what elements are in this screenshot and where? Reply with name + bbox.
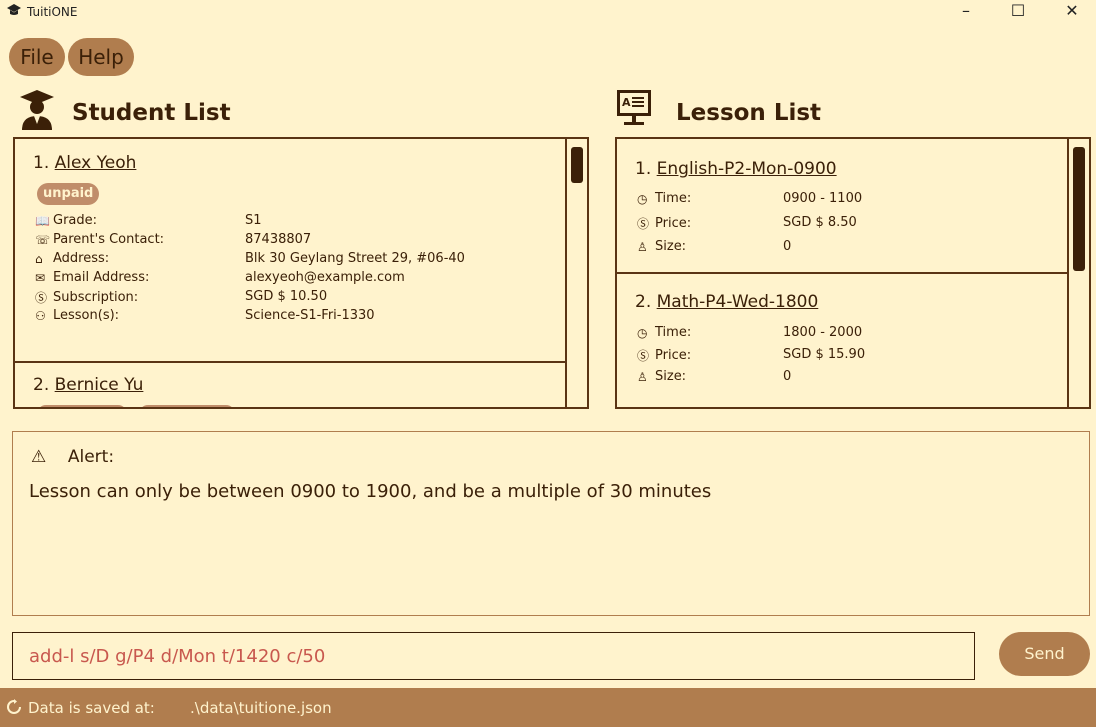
dollar-icon: Ⓢ <box>35 291 48 305</box>
command-box[interactable] <box>12 632 975 680</box>
field-label: ♙ Size: <box>637 239 687 254</box>
subscription-value: SGD $ 10.50 <box>245 289 328 304</box>
tag-badge <box>37 405 127 407</box>
contact-value: 87438807 <box>245 232 312 247</box>
clock-icon: ◷ <box>637 191 648 206</box>
price-value: SGD $ 15.90 <box>783 347 866 362</box>
file-menu[interactable]: File <box>9 38 65 76</box>
dollar-icon: Ⓢ <box>637 349 650 363</box>
student-list-panel[interactable]: 1. Alex Yeoh unpaid 📖 Grade: S1 ☏ Parent… <box>13 137 589 409</box>
lesson-card-title: 1. English-P2-Mon-0900 <box>635 159 837 179</box>
address-value: Blk 30 Geylang Street 29, #06-40 <box>245 251 465 266</box>
price-value: SGD $ 8.50 <box>783 215 857 230</box>
app-title: TuitiONE <box>6 3 78 20</box>
field-label: ☏ Parent's Contact: <box>35 232 165 247</box>
status-path: .\data\tuitione.json <box>190 699 332 717</box>
field-label: ♙ Size: <box>637 369 687 384</box>
alert-box: ⚠ Alert: Lesson can only be between 0900… <box>12 431 1090 616</box>
student-list-scrollbar[interactable] <box>565 139 587 407</box>
student-icon <box>16 88 58 134</box>
student-card-title: 2. Bernice Yu <box>33 375 143 395</box>
title-bar: TuitiONE – ☐ ✕ <box>0 0 1096 24</box>
book-icon: 📖 <box>35 213 50 228</box>
time-value: 0900 - 1100 <box>783 191 863 206</box>
home-icon: ⌂ <box>35 251 43 266</box>
status-bar: Data is saved at: .\data\tuitione.json <box>0 688 1096 727</box>
person-icon: ♙ <box>637 369 648 384</box>
lesson-card[interactable]: 2. Math-P4-Wed-1800 ◷ Time: 1800 - 2000 … <box>617 274 1069 407</box>
student-card[interactable]: 1. Alex Yeoh unpaid 📖 Grade: S1 ☏ Parent… <box>15 139 567 363</box>
lessons-value: Science-S1-Fri-1330 <box>245 308 375 323</box>
person-icon: ♙ <box>637 239 648 254</box>
lesson-card-title: 2. Math-P4-Wed-1800 <box>635 292 818 312</box>
lesson-name: English-P2-Mon-0900 <box>656 159 837 179</box>
student-list-title: Student List <box>72 100 231 126</box>
dollar-icon: Ⓢ <box>637 217 650 231</box>
field-label: Ⓢ Price: <box>637 348 692 363</box>
lesson-list-title: Lesson List <box>676 100 822 126</box>
sync-icon <box>6 699 22 719</box>
lesson-index: 1. <box>635 159 652 179</box>
size-value: 0 <box>783 369 792 384</box>
close-button[interactable]: ✕ <box>1050 0 1094 24</box>
time-value: 1800 - 2000 <box>783 325 863 340</box>
graduation-cap-icon <box>6 3 22 20</box>
mail-icon: ✉ <box>35 270 46 285</box>
field-label: ✉ Email Address: <box>35 270 150 285</box>
student-index: 2. <box>33 375 50 395</box>
field-label: ◷ Time: <box>637 191 692 206</box>
lesson-card[interactable]: 1. English-P2-Mon-0900 ◷ Time: 0900 - 11… <box>617 139 1069 274</box>
email-value: alexyeoh@example.com <box>245 270 405 285</box>
student-name: Alex Yeoh <box>54 153 137 173</box>
maximize-button[interactable]: ☐ <box>996 0 1040 24</box>
phone-icon: ☏ <box>35 232 51 247</box>
status-label: Data is saved at: <box>28 699 155 717</box>
student-card-title: 1. Alex Yeoh <box>33 153 136 173</box>
lesson-index: 2. <box>635 292 652 312</box>
field-label: ◷ Time: <box>637 325 692 340</box>
tag-badge <box>139 405 235 407</box>
student-card[interactable]: 2. Bernice Yu <box>15 363 567 407</box>
field-label: 📖 Grade: <box>35 213 98 228</box>
alert-message: Lesson can only be between 0900 to 1900,… <box>29 481 712 502</box>
scrollbar-thumb[interactable] <box>571 147 583 183</box>
help-menu[interactable]: Help <box>68 38 134 76</box>
warning-icon: ⚠ <box>31 447 47 467</box>
lesson-icon: A <box>614 88 658 134</box>
app-title-text: TuitiONE <box>27 4 78 19</box>
minimize-button[interactable]: – <box>944 0 988 24</box>
field-label: ⚇ Lesson(s): <box>35 308 120 323</box>
student-name: Bernice Yu <box>54 375 144 395</box>
status-badge: unpaid <box>37 183 100 205</box>
field-label: Ⓢ Subscription: <box>35 290 139 305</box>
clock-icon: ◷ <box>637 325 648 340</box>
send-button[interactable]: Send <box>999 632 1090 676</box>
command-input[interactable] <box>13 633 974 679</box>
alert-header: ⚠ Alert: <box>31 447 114 467</box>
student-index: 1. <box>33 153 50 173</box>
field-label: ⌂ Address: <box>35 251 110 266</box>
size-value: 0 <box>783 239 792 254</box>
grade-value: S1 <box>245 213 262 228</box>
lesson-name: Math-P4-Wed-1800 <box>656 292 819 312</box>
field-label: Ⓢ Price: <box>637 216 692 231</box>
lesson-list-panel[interactable]: 1. English-P2-Mon-0900 ◷ Time: 0900 - 11… <box>615 137 1091 409</box>
alert-title: Alert: <box>67 447 115 467</box>
svg-text:A: A <box>622 96 631 109</box>
lesson-icon: ⚇ <box>35 308 46 323</box>
scrollbar-thumb[interactable] <box>1073 147 1085 271</box>
lesson-list-scrollbar[interactable] <box>1067 139 1089 407</box>
